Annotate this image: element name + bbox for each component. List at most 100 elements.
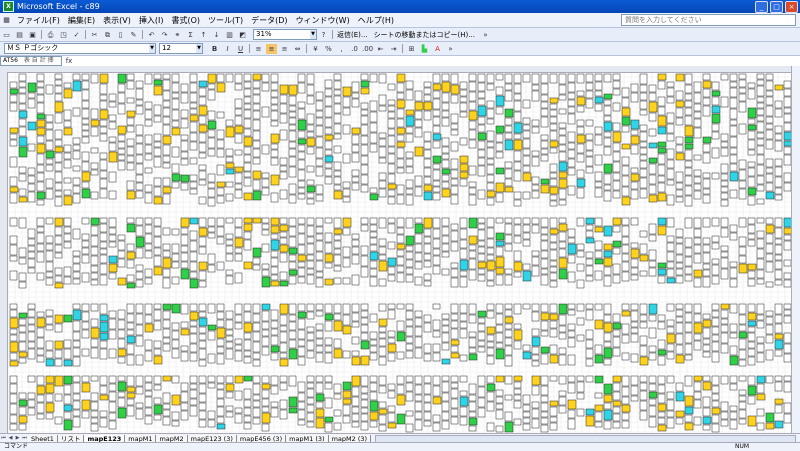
- map-cell[interactable]: [378, 138, 387, 147]
- map-cell[interactable]: [486, 310, 495, 319]
- map-cell[interactable]: [423, 343, 432, 354]
- map-cell[interactable]: [243, 422, 252, 430]
- map-cell[interactable]: [450, 388, 459, 399]
- map-cell[interactable]: [225, 162, 235, 169]
- map-cell[interactable]: [225, 375, 234, 384]
- map-cell[interactable]: [90, 392, 99, 402]
- map-cell[interactable]: [630, 83, 639, 93]
- map-cell[interactable]: [333, 422, 342, 431]
- map-cell[interactable]: [270, 250, 279, 258]
- map-cell[interactable]: [63, 276, 72, 285]
- map-cell[interactable]: [369, 187, 378, 194]
- map-cell[interactable]: [297, 193, 306, 200]
- map-cell[interactable]: [756, 408, 765, 417]
- map-cell[interactable]: [648, 92, 657, 102]
- map-cell[interactable]: [9, 133, 18, 140]
- map-cell[interactable]: [63, 375, 73, 385]
- map-cell[interactable]: [504, 323, 513, 330]
- map-cell[interactable]: [522, 344, 531, 352]
- map-cell[interactable]: [162, 328, 171, 338]
- map-cell[interactable]: [756, 314, 765, 321]
- map-cell[interactable]: [621, 125, 630, 133]
- map-cell[interactable]: [729, 323, 738, 333]
- map-cell[interactable]: [432, 265, 441, 275]
- map-cell[interactable]: [369, 352, 378, 361]
- map-cell[interactable]: [171, 92, 180, 99]
- map-cell[interactable]: [738, 87, 747, 94]
- sheet-move-copy-button[interactable]: シートの移動またはコピー(H)...: [372, 30, 477, 40]
- map-cell[interactable]: [495, 125, 505, 134]
- map-cell[interactable]: [396, 234, 405, 244]
- map-cell[interactable]: [540, 258, 549, 269]
- map-cell[interactable]: [423, 243, 432, 254]
- map-cell[interactable]: [234, 303, 243, 315]
- map-cell[interactable]: [522, 411, 531, 418]
- map-cell[interactable]: [621, 186, 630, 197]
- map-cell[interactable]: [522, 423, 531, 431]
- map-cell[interactable]: [423, 110, 432, 121]
- map-cell[interactable]: [396, 243, 406, 250]
- map-cell[interactable]: [567, 106, 576, 114]
- map-cell[interactable]: [702, 73, 711, 81]
- map-cell[interactable]: [315, 277, 324, 288]
- map-cell[interactable]: [306, 243, 315, 255]
- map-cell[interactable]: [252, 217, 262, 224]
- map-cell[interactable]: [621, 412, 630, 421]
- map-cell[interactable]: [99, 94, 108, 101]
- map-cell[interactable]: [738, 255, 747, 264]
- map-cell[interactable]: [324, 134, 334, 141]
- map-cell[interactable]: [306, 217, 315, 226]
- map-cell[interactable]: [459, 354, 468, 362]
- map-cell[interactable]: [747, 82, 756, 89]
- map-cell[interactable]: [423, 236, 432, 244]
- map-cell[interactable]: [414, 119, 423, 128]
- map-cell[interactable]: [36, 199, 45, 206]
- map-cell[interactable]: [81, 108, 90, 119]
- map-cell[interactable]: [90, 265, 99, 273]
- map-cell[interactable]: [504, 274, 513, 286]
- map-cell[interactable]: [504, 303, 513, 310]
- map-cell[interactable]: [288, 148, 297, 157]
- map-cell[interactable]: [252, 264, 261, 271]
- map-cell[interactable]: [621, 175, 630, 187]
- map-cell[interactable]: [108, 383, 117, 392]
- map-cell[interactable]: [126, 259, 135, 269]
- map-cell[interactable]: [162, 277, 171, 289]
- map-cell[interactable]: [279, 84, 289, 95]
- map-cell[interactable]: [198, 270, 207, 281]
- map-cell[interactable]: [729, 224, 738, 233]
- map-cell[interactable]: [603, 394, 613, 403]
- map-cell[interactable]: [54, 275, 63, 283]
- map-cell[interactable]: [774, 404, 783, 414]
- map-cell[interactable]: [333, 248, 342, 255]
- map-cell[interactable]: [594, 421, 603, 428]
- map-cell[interactable]: [648, 398, 657, 406]
- map-cell[interactable]: [558, 151, 567, 162]
- map-cell[interactable]: [666, 319, 675, 327]
- map-cell[interactable]: [27, 399, 36, 408]
- map-cell[interactable]: [405, 166, 414, 174]
- map-cell[interactable]: [765, 253, 774, 262]
- map-cell[interactable]: [72, 278, 81, 285]
- map-cell[interactable]: [450, 84, 460, 95]
- map-cell[interactable]: [585, 140, 594, 151]
- map-cell[interactable]: [315, 184, 324, 195]
- map-cell[interactable]: [252, 170, 262, 180]
- map-cell[interactable]: [261, 398, 270, 407]
- map-cell[interactable]: [432, 180, 441, 187]
- map-cell[interactable]: [612, 102, 621, 112]
- map-cell[interactable]: [279, 331, 288, 343]
- map-cell[interactable]: [45, 340, 54, 351]
- map-cell[interactable]: [630, 129, 639, 136]
- map-cell[interactable]: [234, 133, 243, 144]
- map-cell[interactable]: [747, 263, 757, 271]
- map-cell[interactable]: [684, 303, 693, 313]
- map-cell[interactable]: [351, 375, 361, 387]
- map-cell[interactable]: [612, 274, 621, 284]
- map-cell[interactable]: [153, 255, 162, 267]
- map-cell[interactable]: [756, 248, 765, 259]
- map-cell[interactable]: [468, 91, 477, 102]
- map-cell[interactable]: [216, 261, 225, 271]
- map-cell[interactable]: [153, 141, 162, 148]
- map-cell[interactable]: [54, 162, 63, 172]
